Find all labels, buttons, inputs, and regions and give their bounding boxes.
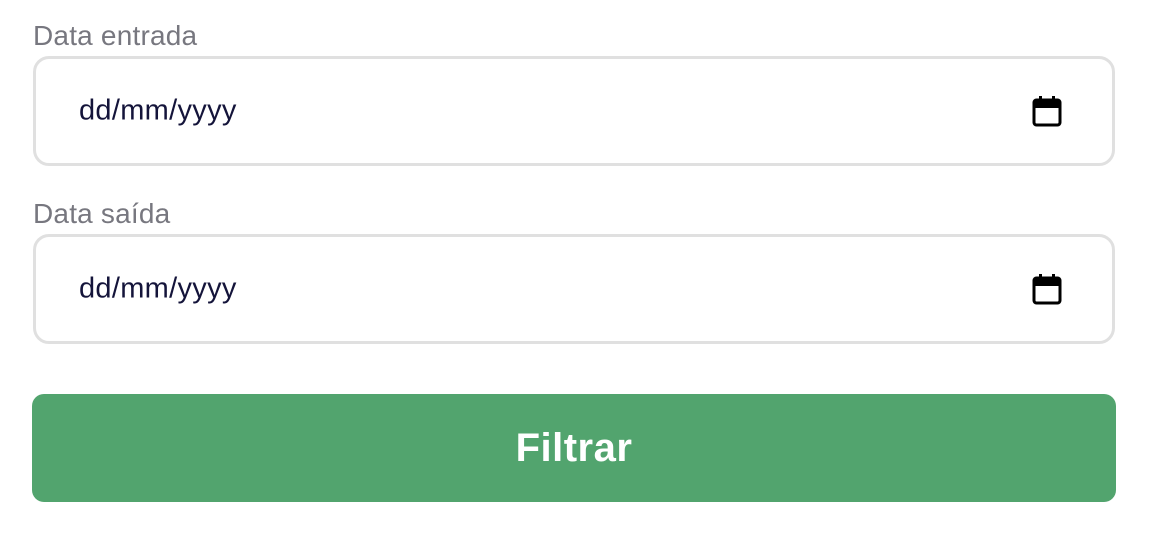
entrada-date-placeholder: dd/mm/yyyy (79, 94, 237, 127)
date-filter-form: Data entrada dd/mm/yyyy Data saída dd/mm… (0, 0, 1150, 534)
saida-date-placeholder: dd/mm/yyyy (79, 272, 237, 305)
saida-date-input[interactable]: dd/mm/yyyy (33, 234, 1115, 344)
calendar-icon[interactable] (1032, 273, 1062, 305)
calendar-icon[interactable] (1032, 95, 1062, 127)
filter-button[interactable]: Filtrar (32, 394, 1116, 502)
entrada-date-label: Data entrada (33, 20, 198, 51)
entrada-date-input[interactable]: dd/mm/yyyy (33, 56, 1115, 166)
saida-date-label: Data saída (33, 198, 171, 229)
